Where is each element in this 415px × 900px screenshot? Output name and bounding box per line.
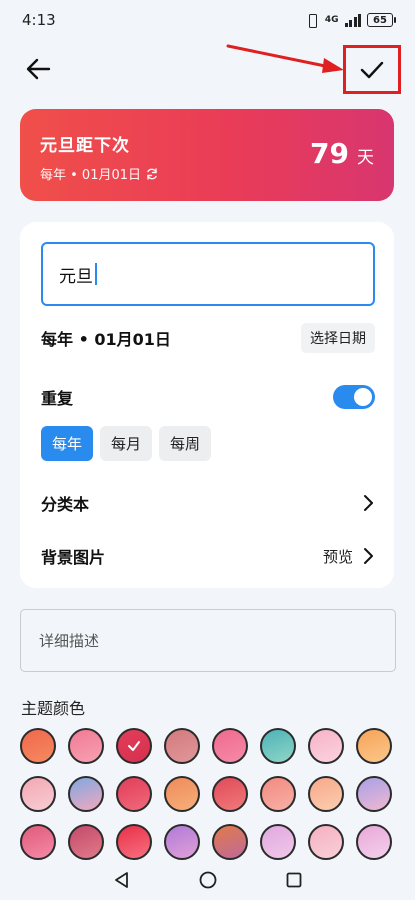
repeat-toggle[interactable] bbox=[333, 385, 375, 409]
repeat-options: 每年 每月 每周 bbox=[41, 426, 212, 461]
chevron-right-icon bbox=[364, 548, 373, 564]
theme-color-swatch[interactable] bbox=[212, 824, 248, 860]
theme-color-swatch[interactable] bbox=[260, 776, 296, 812]
theme-color-swatch[interactable] bbox=[164, 728, 200, 764]
theme-color-swatch[interactable] bbox=[212, 776, 248, 812]
repeat-label: 重复 bbox=[41, 389, 74, 408]
theme-color-swatch[interactable] bbox=[164, 776, 200, 812]
nav-back-icon[interactable] bbox=[112, 870, 132, 890]
annotation-arrow bbox=[226, 44, 344, 73]
status-time: 4:13 bbox=[22, 11, 56, 29]
check-icon bbox=[360, 61, 384, 78]
category-row[interactable]: 分类本 bbox=[41, 488, 375, 518]
theme-color-swatch[interactable] bbox=[68, 728, 104, 764]
status-bar: 4:13 4G 65 bbox=[0, 0, 415, 40]
countdown-preview-banner: 元旦距下次 每年 • 01月01日 79 天 bbox=[20, 109, 394, 201]
theme-color-swatch[interactable] bbox=[260, 728, 296, 764]
repeat-option-chip[interactable]: 每周 bbox=[159, 426, 212, 461]
repeat-icon bbox=[147, 167, 157, 180]
event-name-value: 元旦 bbox=[59, 266, 93, 287]
background-image-action: 预览 bbox=[323, 546, 375, 567]
confirm-button[interactable] bbox=[343, 45, 401, 94]
nav-recents-icon[interactable] bbox=[284, 870, 304, 890]
battery-icon: 65 bbox=[367, 13, 396, 27]
days-number: 79 bbox=[310, 137, 349, 170]
description-input[interactable]: 详细描述 bbox=[20, 609, 396, 672]
theme-color-swatch[interactable] bbox=[68, 776, 104, 812]
event-form-card: 元旦 每年 • 01月01日 选择日期 重复 每年 每月 每周 分类本 背景图片 预… bbox=[20, 222, 394, 588]
repeat-row: 重复 bbox=[41, 382, 375, 412]
theme-color-swatch[interactable] bbox=[20, 776, 56, 812]
theme-color-grid bbox=[20, 728, 392, 860]
pick-date-button[interactable]: 选择日期 bbox=[301, 323, 375, 353]
banner-subtitle-text: 每年 • 01月01日 bbox=[40, 168, 142, 183]
check-icon bbox=[128, 741, 140, 751]
theme-color-swatch[interactable] bbox=[308, 728, 344, 764]
category-label: 分类本 bbox=[41, 495, 90, 514]
category-action bbox=[361, 493, 375, 513]
theme-color-swatch[interactable] bbox=[308, 824, 344, 860]
banner-day-count: 79 天 bbox=[310, 137, 374, 170]
theme-color-swatch[interactable] bbox=[212, 728, 248, 764]
repeat-option-chip[interactable]: 每年 bbox=[41, 426, 94, 461]
theme-color-title: 主题颜色 bbox=[21, 699, 86, 718]
network-type: 4G bbox=[324, 15, 339, 25]
signal-icon bbox=[344, 13, 361, 27]
theme-color-swatch[interactable] bbox=[356, 728, 392, 764]
theme-color-swatch[interactable] bbox=[20, 824, 56, 860]
theme-color-swatch[interactable] bbox=[116, 824, 152, 860]
date-row: 每年 • 01月01日 选择日期 bbox=[41, 322, 375, 354]
back-arrow-icon bbox=[26, 58, 51, 80]
background-image-row[interactable]: 背景图片 预览 bbox=[41, 541, 375, 571]
theme-color-swatch[interactable] bbox=[68, 824, 104, 860]
theme-color-swatch[interactable] bbox=[356, 824, 392, 860]
days-unit: 天 bbox=[357, 148, 374, 168]
event-name-input[interactable]: 元旦 bbox=[41, 242, 375, 306]
system-nav-bar bbox=[0, 860, 415, 900]
theme-color-swatch[interactable] bbox=[116, 728, 152, 764]
preview-label: 预览 bbox=[322, 547, 353, 566]
theme-color-swatch[interactable] bbox=[260, 824, 296, 860]
status-icons: 4G 65 bbox=[305, 13, 396, 28]
theme-color-swatch[interactable] bbox=[356, 776, 392, 812]
nav-home-icon[interactable] bbox=[198, 870, 218, 890]
text-caret bbox=[95, 263, 97, 285]
back-button[interactable] bbox=[22, 52, 56, 86]
repeat-option-chip[interactable]: 每月 bbox=[100, 426, 153, 461]
description-placeholder: 详细描述 bbox=[39, 632, 100, 650]
theme-color-swatch[interactable] bbox=[116, 776, 152, 812]
theme-color-swatch[interactable] bbox=[20, 728, 56, 764]
theme-color-swatch[interactable] bbox=[164, 824, 200, 860]
theme-color-swatch[interactable] bbox=[308, 776, 344, 812]
date-text: 每年 • 01月01日 bbox=[41, 330, 171, 349]
vibrate-icon bbox=[305, 13, 319, 28]
background-image-label: 背景图片 bbox=[41, 548, 106, 567]
chevron-right-icon bbox=[364, 495, 373, 511]
